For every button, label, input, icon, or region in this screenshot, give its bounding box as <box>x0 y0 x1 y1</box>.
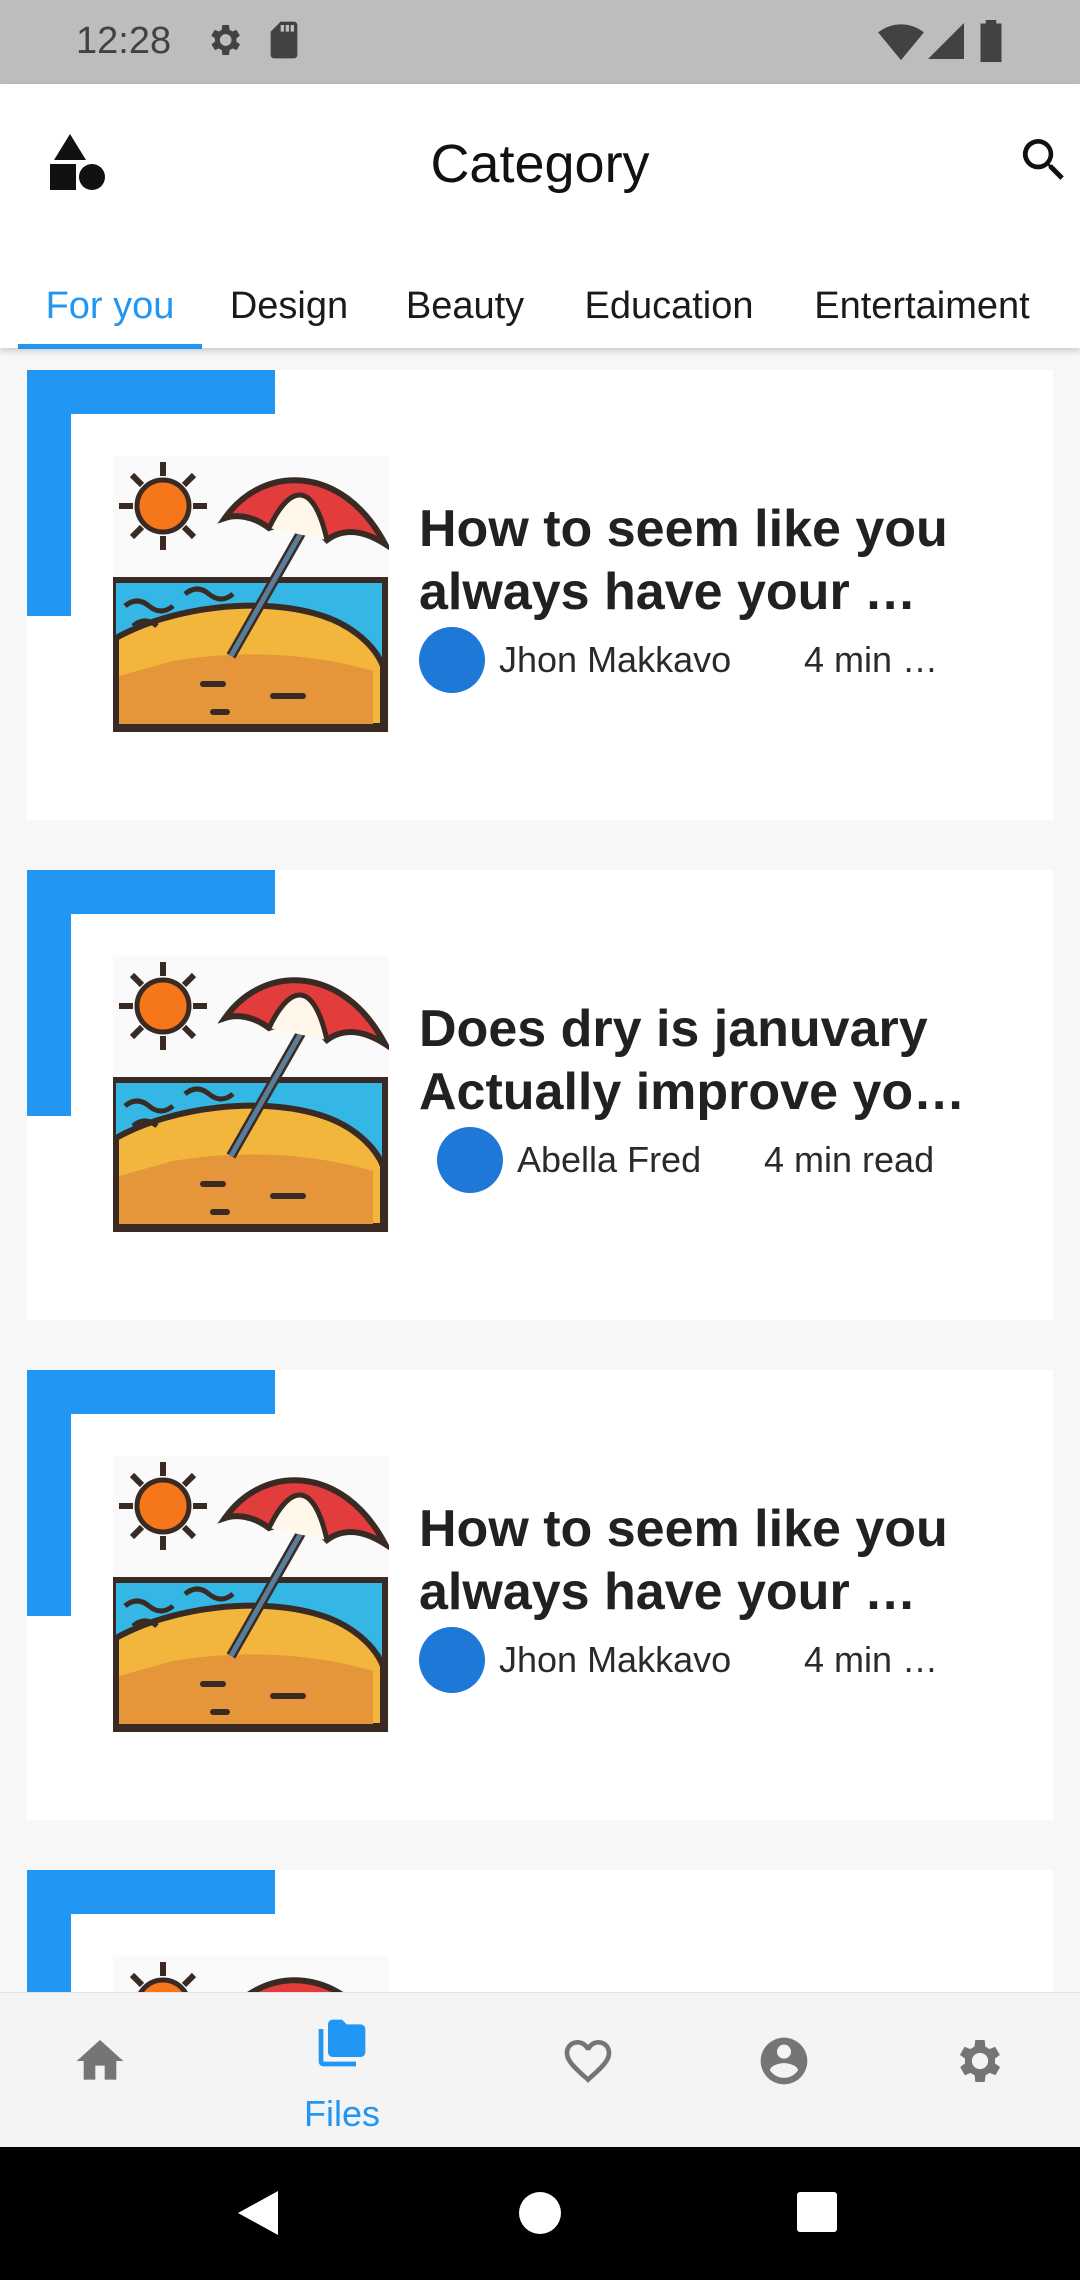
home-button-icon[interactable] <box>518 2191 562 2235</box>
card-corner-accent <box>27 370 71 616</box>
avatar <box>437 1127 503 1193</box>
article-feed[interactable]: How to seem like you always have your … … <box>0 348 1080 1992</box>
read-time: 4 min … <box>804 639 939 680</box>
wifi-icon <box>878 24 924 61</box>
article-card[interactable]: How to seem like you always have your … … <box>27 1370 1053 1820</box>
sd-card-icon <box>270 21 298 59</box>
page-title: Category <box>430 134 650 194</box>
beach-umbrella-image <box>113 456 389 732</box>
signal-icon <box>928 23 964 59</box>
nav-files[interactable]: Files <box>272 1993 412 2148</box>
active-tab-indicator <box>18 344 202 349</box>
search-icon[interactable] <box>1016 132 1072 188</box>
account-icon <box>760 2037 808 2085</box>
tab-design[interactable]: Design <box>214 264 364 348</box>
article-card[interactable]: Does dry is januvary Actually improve yo… <box>27 870 1053 1320</box>
beach-umbrella-image <box>113 956 389 1232</box>
read-time: 4 min read <box>764 1139 935 1180</box>
status-bar: 12:28 <box>0 0 1080 84</box>
beach-umbrella-image <box>113 1956 389 1992</box>
author-name: Jhon Makkavo <box>499 1639 732 1680</box>
avatar <box>419 627 485 693</box>
article-title[interactable]: How to seem like you always have your … <box>419 498 1019 624</box>
gear-icon <box>211 25 240 55</box>
settings-icon <box>959 2040 1001 2082</box>
recents-icon[interactable] <box>796 2191 838 2233</box>
beach-umbrella-image <box>113 1456 389 1732</box>
card-corner-accent <box>27 1870 71 1992</box>
tab-for-you[interactable]: For you <box>18 264 202 348</box>
article-card[interactable]: How to seem like you always have your … … <box>27 370 1053 820</box>
folder-icon <box>318 2019 366 2067</box>
back-icon[interactable] <box>236 2189 280 2237</box>
bottom-navigation: Files <box>0 1992 1080 2147</box>
avatar <box>419 1627 485 1693</box>
nav-favorites[interactable] <box>518 1993 658 2148</box>
category-tabs: For you Design Beauty Education Entertai… <box>0 264 1080 349</box>
nav-files-label: Files <box>303 2093 380 2134</box>
card-corner-accent <box>27 870 71 1116</box>
article-card[interactable] <box>27 1870 1053 1992</box>
tab-beauty[interactable]: Beauty <box>390 264 540 348</box>
author-name: Abella Fred <box>517 1139 702 1180</box>
app-bar: Category For you Design Beauty Education… <box>0 84 1080 349</box>
tab-entertaiment[interactable]: Entertaiment <box>800 264 1044 348</box>
system-navigation-bar <box>0 2147 1080 2280</box>
card-corner-accent <box>27 1370 71 1616</box>
nav-account[interactable] <box>714 1993 854 2148</box>
article-title[interactable]: How to seem like you always have your … <box>419 1498 1019 1624</box>
home-icon <box>76 2040 124 2080</box>
article-title[interactable]: Does dry is januvary Actually improve yo… <box>419 998 1019 1124</box>
nav-settings[interactable] <box>910 1993 1050 2148</box>
author-name: Jhon Makkavo <box>499 639 732 680</box>
status-time: 12:28 <box>76 20 172 62</box>
battery-icon <box>980 20 1002 62</box>
nav-home[interactable] <box>30 1993 170 2148</box>
tab-education[interactable]: Education <box>566 264 772 348</box>
read-time: 4 min … <box>804 1639 939 1680</box>
heart-icon <box>564 2040 612 2083</box>
